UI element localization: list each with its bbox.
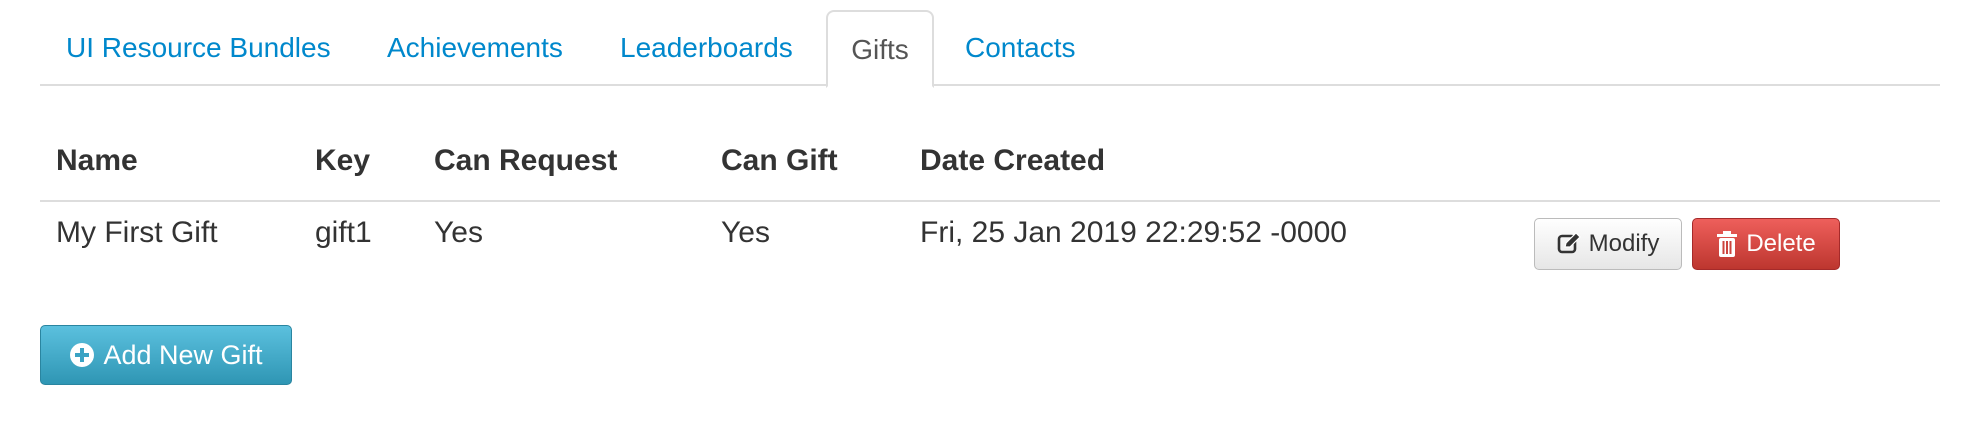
column-header-key: Key xyxy=(315,144,371,177)
delete-button-label: Delete xyxy=(1746,230,1816,257)
delete-button[interactable]: Delete xyxy=(1692,218,1840,270)
nav-tabs: UI Resource Bundles Achievements Leaderb… xyxy=(40,10,1940,88)
add-new-gift-label: Add New Gift xyxy=(103,339,263,370)
cell-name: My First Gift xyxy=(56,216,218,249)
plus-circle-icon xyxy=(69,342,95,368)
gifts-page: UI Resource Bundles Achievements Leaderb… xyxy=(0,0,1974,436)
add-new-gift-button[interactable]: Add New Gift xyxy=(40,325,292,385)
tab-leaderboards[interactable]: Leaderboards xyxy=(620,10,793,86)
trash-icon xyxy=(1716,231,1738,257)
tab-gifts[interactable]: Gifts xyxy=(826,10,934,88)
cell-can-gift: Yes xyxy=(721,216,770,249)
cell-can-request: Yes xyxy=(434,216,483,249)
column-header-can-request: Can Request xyxy=(434,144,618,177)
column-header-can-gift: Can Gift xyxy=(721,144,838,177)
tab-ui-resource-bundles[interactable]: UI Resource Bundles xyxy=(66,10,331,86)
modify-button-label: Modify xyxy=(1588,230,1660,257)
table-row: My First Gift gift1 Yes Yes Fri, 25 Jan … xyxy=(40,202,1940,280)
column-header-name: Name xyxy=(56,144,138,177)
table-header: Name Key Can Request Can Gift Date Creat… xyxy=(40,130,1940,202)
column-header-date-created: Date Created xyxy=(920,144,1106,177)
modify-button[interactable]: Modify xyxy=(1534,218,1682,270)
tab-contacts[interactable]: Contacts xyxy=(965,10,1076,86)
cell-key: gift1 xyxy=(315,216,372,249)
tab-achievements[interactable]: Achievements xyxy=(387,10,563,86)
edit-icon xyxy=(1557,232,1581,256)
cell-date-created: Fri, 25 Jan 2019 22:29:52 -0000 xyxy=(920,216,1347,249)
